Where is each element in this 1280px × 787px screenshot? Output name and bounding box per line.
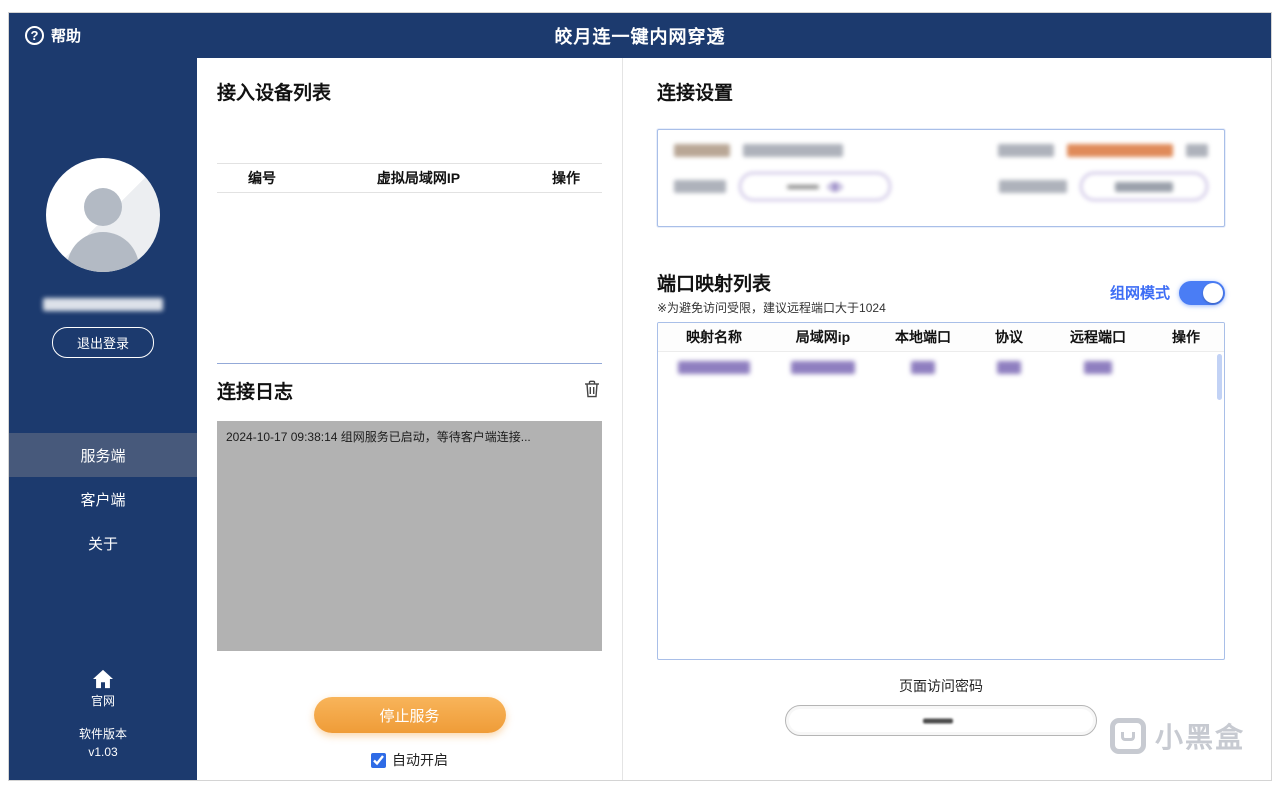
help-label: 帮助 <box>51 28 82 45</box>
map-col-name: 映射名称 <box>686 329 742 345</box>
watermark: 小黑盒 <box>1109 716 1245 756</box>
clear-log-button[interactable] <box>582 378 602 403</box>
sidebar-item-label: 关于 <box>87 535 118 553</box>
redacted-label <box>999 180 1067 193</box>
sidebar-item-client[interactable]: 客户端 <box>9 477 197 521</box>
log-entry: 2024-10-17 09:38:14 组网服务已启动，等待客户端连接... <box>226 430 531 444</box>
sidebar-item-label: 服务端 <box>80 447 126 465</box>
port-mapping-table-header: 映射名称 局域网ip 本地端口 协议 远程端口 操作 <box>658 323 1224 352</box>
connection-settings-redacted <box>674 144 1208 201</box>
website-link[interactable]: 官网 <box>91 669 115 709</box>
page-password-input[interactable] <box>785 705 1097 736</box>
connection-settings-title: 连接设置 <box>657 83 734 104</box>
scrollbar-thumb[interactable] <box>1217 354 1222 400</box>
port-mapping-note: ※为避免访问受限，建议远程端口大于1024 <box>657 301 886 315</box>
help-icon: ? <box>25 26 44 45</box>
home-icon <box>92 669 113 688</box>
port-mapping-title: 端口映射列表 <box>657 274 772 295</box>
redacted-value <box>1115 181 1173 192</box>
log-title: 连接日志 <box>217 382 294 403</box>
section-divider <box>217 363 602 364</box>
trash-icon <box>585 380 599 398</box>
sidebar: 退出登录 服务端 客户端 关于 官网 软件版本 v1.03 <box>9 58 197 780</box>
redacted-cell <box>791 360 855 374</box>
redacted-value <box>1186 144 1208 157</box>
redacted-password-value <box>923 718 953 723</box>
app-title: 皎月连一键内网穿透 <box>554 26 726 47</box>
network-mode-label: 组网模式 <box>1109 285 1170 302</box>
app-window: ? 帮助 皎月连一键内网穿透 退出登录 服务端 客户端 关于 官网 软件版本 v… <box>8 12 1272 781</box>
redacted-label <box>674 180 726 193</box>
map-col-lan-ip: 局域网ip <box>795 329 851 345</box>
sidebar-item-server[interactable]: 服务端 <box>9 433 197 477</box>
redacted-label <box>674 144 730 157</box>
redacted-value <box>1067 144 1173 157</box>
stop-service-button[interactable]: 停止服务 <box>313 697 506 733</box>
map-col-protocol: 协议 <box>995 329 1023 345</box>
website-label: 官网 <box>90 693 115 708</box>
redacted-cell <box>997 360 1021 374</box>
titlebar: ? 帮助 皎月连一键内网穿透 <box>9 13 1271 58</box>
autostart-row: 自动开启 <box>217 750 602 770</box>
autostart-label: 自动开启 <box>392 752 448 768</box>
redacted-value <box>743 144 843 157</box>
connection-password-input[interactable] <box>739 172 891 201</box>
middle-panel: 接入设备列表 编号 虚拟局域网IP 操作 连接日志 2024-10-17 09:… <box>197 58 623 780</box>
map-col-actions: 操作 <box>1172 329 1200 345</box>
devices-col-actions: 操作 <box>552 170 580 186</box>
help-button[interactable]: ? 帮助 <box>25 25 81 46</box>
logout-button[interactable]: 退出登录 <box>51 327 154 358</box>
page-password-label: 页面访问密码 <box>899 678 983 694</box>
eye-icon[interactable] <box>827 181 843 193</box>
avatar-shoulders-icon <box>67 232 139 272</box>
redacted-label <box>998 144 1054 157</box>
devices-table-header: 编号 虚拟局域网IP 操作 <box>217 163 602 193</box>
redacted-cell <box>911 360 935 374</box>
devices-col-ip: 虚拟局域网IP <box>376 170 461 186</box>
devices-table: 编号 虚拟局域网IP 操作 <box>217 163 602 363</box>
log-header: 连接日志 <box>217 377 602 404</box>
mapping-row-redacted[interactable] <box>658 352 1224 382</box>
connection-settings-panel <box>657 129 1225 227</box>
port-mapping-table: 映射名称 局域网ip 本地端口 协议 远程端口 操作 <box>657 322 1225 660</box>
network-mode-toggle[interactable] <box>1179 280 1225 305</box>
version-label: 软件版本 <box>78 726 127 741</box>
user-avatar <box>46 158 160 272</box>
devices-col-id: 编号 <box>248 170 276 186</box>
version-value: v1.03 <box>88 745 118 760</box>
redacted-cell <box>678 360 750 374</box>
heybox-logo-icon <box>1109 718 1146 754</box>
avatar-head-icon <box>84 188 122 226</box>
connection-row <box>674 144 1208 157</box>
devices-title: 接入设备列表 <box>217 83 332 104</box>
log-area: 2024-10-17 09:38:14 组网服务已启动，等待客户端连接... <box>217 421 602 651</box>
toggle-knob <box>1203 282 1223 303</box>
right-panel: 连接设置 端口映射列表 ※为避免访问受限，建议远程端口大于1024 组网模式 映… <box>623 58 1271 780</box>
sidebar-bottom: 官网 软件版本 v1.03 <box>9 669 197 780</box>
username-text-redacted <box>43 298 163 311</box>
autostart-checkbox[interactable] <box>371 752 386 768</box>
connection-port-input[interactable] <box>1080 172 1208 201</box>
redacted-password-dots <box>787 184 819 189</box>
redacted-cell <box>1084 360 1112 374</box>
port-mapping-header: 端口映射列表 ※为避免访问受限，建议远程端口大于1024 组网模式 <box>657 269 1225 316</box>
devices-table-body-empty <box>217 193 602 363</box>
map-col-remote: 远程端口 <box>1070 329 1126 345</box>
watermark-text: 小黑盒 <box>1154 722 1245 753</box>
sidebar-item-about[interactable]: 关于 <box>9 521 197 565</box>
connection-row <box>674 172 1208 201</box>
sidebar-item-label: 客户端 <box>80 491 126 509</box>
network-mode-group: 组网模式 <box>1109 280 1225 305</box>
version-block: 软件版本 v1.03 <box>79 725 127 762</box>
sidebar-nav: 服务端 客户端 关于 <box>9 433 197 565</box>
map-col-local: 本地端口 <box>895 329 951 345</box>
